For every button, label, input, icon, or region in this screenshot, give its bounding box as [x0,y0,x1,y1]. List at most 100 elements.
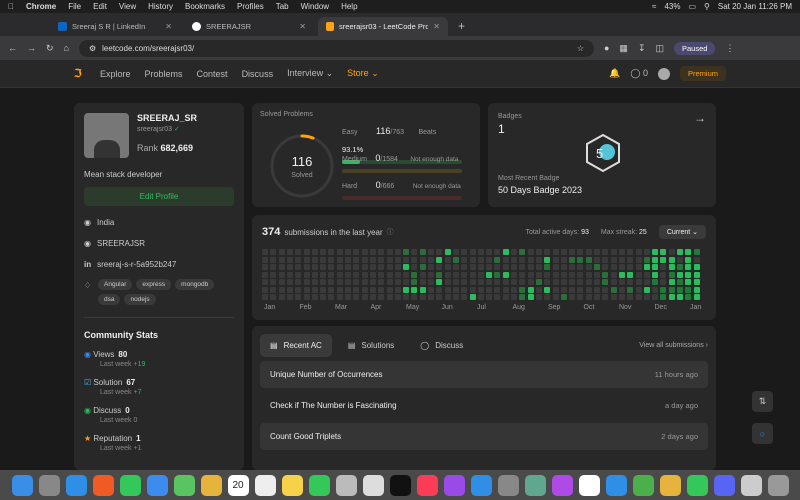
heatmap-cell[interactable] [519,264,526,270]
heatmap-cell[interactable] [262,249,268,255]
heatmap-cell[interactable] [693,286,700,293]
heatmap-cell[interactable] [262,264,268,270]
chrome-icon[interactable] [659,474,681,496]
heatmap-cell[interactable] [594,294,600,300]
heatmap-cell[interactable] [627,271,634,278]
heatmap-cell[interactable] [295,256,302,263]
heatmap-cell[interactable] [627,279,634,285]
heatmap-cell[interactable] [643,286,650,293]
heatmap-cell[interactable] [386,264,393,270]
heatmap-cell[interactable] [328,264,335,270]
heatmap-cell[interactable] [552,279,559,285]
heatmap-cell[interactable] [502,264,509,270]
skill-tag[interactable]: mongodb [175,279,215,290]
heatmap-cell[interactable] [411,279,418,285]
heatmap-cell[interactable] [361,286,368,293]
heatmap-cell[interactable] [552,249,559,255]
heatmap-cell[interactable] [677,279,683,285]
heatmap-cell[interactable] [278,286,285,293]
heatmap-cell[interactable] [535,249,542,255]
heatmap-cell[interactable] [577,271,584,278]
heatmap-cell[interactable] [345,294,351,300]
heatmap-cell[interactable] [394,249,401,255]
heatmap-cell[interactable] [677,249,683,255]
heatmap-cell[interactable] [295,271,302,278]
reload-icon[interactable]: ↻ [46,43,54,54]
heatmap-cell[interactable] [461,286,468,293]
heatmap-cell[interactable] [444,294,451,300]
heatmap-cell[interactable] [585,256,592,263]
heatmap-cell[interactable] [295,286,302,293]
sidepanel-icon[interactable]: ◫ [655,43,664,54]
heatmap-cell[interactable] [436,279,443,285]
heatmap-cell[interactable] [436,271,443,278]
heatmap-cell[interactable] [311,271,318,278]
heatmap-cell[interactable] [303,256,310,263]
heatmap-cell[interactable] [320,256,327,263]
trash-icon[interactable] [767,474,789,496]
heatmap-cell[interactable] [535,279,542,285]
maps-icon[interactable] [173,474,195,496]
heatmap-cell[interactable] [560,286,567,293]
heatmap-cell[interactable] [394,286,401,293]
skill-tag[interactable]: dsa [98,294,121,305]
heatmap-cell[interactable] [369,249,376,255]
heatmap-cell[interactable] [428,279,434,285]
heatmap-cell[interactable] [569,271,576,278]
heatmap-cell[interactable] [552,286,559,293]
nav-interview[interactable]: Interview ⌄ [287,68,333,79]
heatmap-cell[interactable] [527,286,534,293]
heatmap-cell[interactable] [378,256,385,263]
heatmap-cell[interactable] [635,271,642,278]
heatmap-cell[interactable] [361,279,368,285]
heatmap-cell[interactable] [328,249,335,255]
heatmap-cell[interactable] [436,286,443,293]
menu-app-name[interactable]: Chrome [26,2,56,11]
heatmap-cell[interactable] [511,256,517,263]
heatmap-cell[interactable] [436,256,443,263]
calendar-icon[interactable]: 20 [227,474,249,496]
heatmap-cell[interactable] [610,264,617,270]
heatmap-cell[interactable] [461,249,468,255]
list-item[interactable]: Count Good Triplets 2 days ago [260,423,708,450]
heatmap-cell[interactable] [502,256,509,263]
heatmap-cell[interactable] [602,271,609,278]
heatmap-cell[interactable] [602,286,609,293]
heatmap-cell[interactable] [569,249,576,255]
heatmap-cell[interactable] [295,294,302,300]
heatmap-cell[interactable] [535,286,542,293]
heatmap-cell[interactable] [618,271,625,278]
heatmap-cell[interactable] [403,286,410,293]
heatmap-cell[interactable] [419,256,426,263]
heatmap-cell[interactable] [394,264,401,270]
heatmap-cell[interactable] [668,286,675,293]
heatmap-cell[interactable] [577,294,584,300]
heatmap-cell[interactable] [618,256,625,263]
heatmap-cell[interactable] [486,279,493,285]
heatmap-cell[interactable] [378,271,385,278]
heatmap-cell[interactable] [560,249,567,255]
heatmap-cell[interactable] [535,256,542,263]
menu-profiles[interactable]: Profiles [237,2,264,11]
heatmap-cell[interactable] [560,271,567,278]
skill-tag[interactable]: nodejs [124,294,156,305]
heatmap-cell[interactable] [336,256,343,263]
heatmap-cell[interactable] [519,294,526,300]
site-info-icon[interactable]: ⚙ [89,44,96,53]
menu-dots-icon[interactable]: ⋮ [725,43,734,54]
heatmap-cell[interactable] [361,249,368,255]
heatmap-cell[interactable] [419,294,426,300]
menu-history[interactable]: History [148,2,173,11]
heatmap-cell[interactable] [693,249,700,255]
heatmap-cell[interactable] [295,279,302,285]
heatmap-cell[interactable] [262,271,268,278]
printer-icon[interactable] [740,474,762,496]
heatmap-cell[interactable] [519,271,526,278]
heatmap-cell[interactable] [311,294,318,300]
heatmap-cell[interactable] [452,279,459,285]
heatmap-cell[interactable] [278,294,285,300]
heatmap-cell[interactable] [693,279,700,285]
facetime-icon[interactable] [308,474,330,496]
reminders-icon[interactable] [254,474,276,496]
heatmap-cell[interactable] [594,249,600,255]
